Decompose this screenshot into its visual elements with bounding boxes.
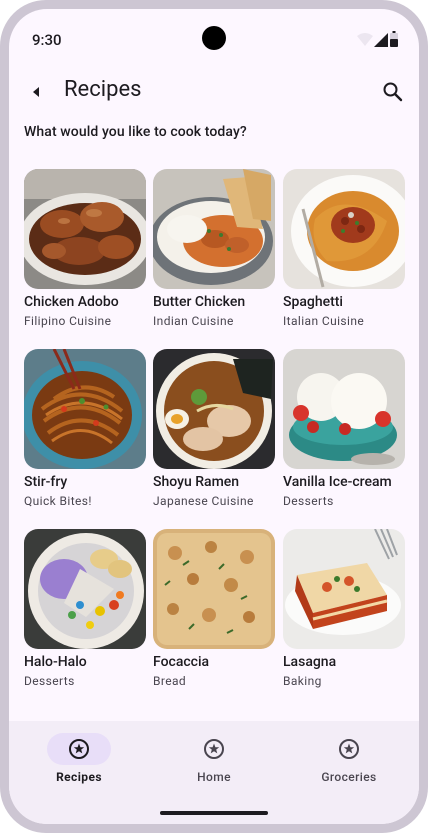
cell-signal-icon (374, 33, 388, 47)
recipe-image (153, 349, 275, 469)
recipe-image (24, 169, 146, 289)
recipe-name: Stir-fry (24, 474, 68, 490)
recipe-cuisine: Japanese Cuisine (153, 494, 254, 508)
recipe-card-chicken-adobo[interactable]: Chicken Adobo Filipino Cuisine (24, 169, 146, 329)
battery-icon (390, 31, 398, 47)
page-subtitle: What would you like to cook today? (24, 124, 247, 140)
recipe-cuisine: Italian Cuisine (283, 314, 365, 328)
nav-label: Groceries (321, 770, 377, 784)
nav-item-home[interactable]: Home (164, 733, 264, 793)
nav-item-recipes[interactable]: Recipes (29, 733, 129, 793)
recipe-cuisine: Filipino Cuisine (24, 314, 112, 328)
status-icons (357, 31, 399, 49)
recipe-card-stir-fry[interactable]: Stir-fry Quick Bites! (24, 349, 146, 509)
back-arrow-icon (33, 87, 39, 97)
recipe-image (153, 169, 275, 289)
device-frame: 9:30 Recipes What would you like to cook… (0, 0, 428, 833)
star-circle-icon (339, 739, 359, 759)
recipe-image (283, 169, 405, 289)
recipe-name: Spaghetti (283, 294, 343, 310)
recipe-cuisine: Baking (283, 674, 322, 688)
recipe-name: Shoyu Ramen (153, 474, 240, 490)
recipe-image (24, 349, 146, 469)
recipe-card-vanilla-ice-cream[interactable]: Vanilla Ice-cream Desserts (283, 349, 405, 509)
recipe-name: Vanilla Ice-cream (283, 474, 392, 490)
recipe-card-halo-halo[interactable]: Halo-Halo Desserts (24, 529, 146, 689)
recipe-cuisine: Bread (153, 674, 187, 688)
back-button[interactable] (21, 76, 53, 108)
recipe-cuisine: Desserts (283, 494, 334, 508)
recipe-card-focaccia[interactable]: Focaccia Bread (153, 529, 275, 689)
gesture-bar[interactable] (160, 811, 268, 815)
recipe-image (283, 529, 405, 649)
nav-item-groceries[interactable]: Groceries (299, 733, 399, 793)
recipe-image (283, 349, 405, 469)
top-app-bar: Recipes (9, 67, 419, 117)
recipe-name: Focaccia (153, 654, 210, 670)
screen: 9:30 Recipes What would you like to cook… (9, 9, 419, 824)
recipe-cuisine: Desserts (24, 674, 75, 688)
recipe-name: Halo-Halo (24, 654, 87, 670)
status-time: 9:30 (32, 31, 62, 49)
recipe-card-butter-chicken[interactable]: Butter Chicken Indian Cuisine (153, 169, 275, 329)
wifi-icon (357, 33, 373, 46)
search-icon (383, 82, 403, 102)
recipe-card-spaghetti[interactable]: Spaghetti Italian Cuisine (283, 169, 405, 329)
recipe-image (153, 529, 275, 649)
recipe-name: Lasagna (283, 654, 337, 670)
recipe-card-shoyu-ramen[interactable]: Shoyu Ramen Japanese Cuisine (153, 349, 275, 509)
recipe-cuisine: Quick Bites! (24, 494, 92, 508)
star-circle-icon (204, 739, 224, 759)
recipe-image (24, 529, 146, 649)
recipe-cuisine: Indian Cuisine (153, 314, 234, 328)
nav-label: Recipes (56, 770, 102, 784)
camera-cutout (202, 26, 226, 50)
bottom-navigation: Recipes Home Groceries (9, 721, 419, 824)
recipe-name: Butter Chicken (153, 294, 246, 310)
recipe-card-lasagna[interactable]: Lasagna Baking (283, 529, 405, 689)
recipe-name: Chicken Adobo (24, 294, 119, 310)
star-circle-icon (69, 739, 89, 759)
nav-label: Home (197, 770, 231, 784)
search-button[interactable] (377, 76, 409, 108)
page-title: Recipes (64, 77, 142, 102)
